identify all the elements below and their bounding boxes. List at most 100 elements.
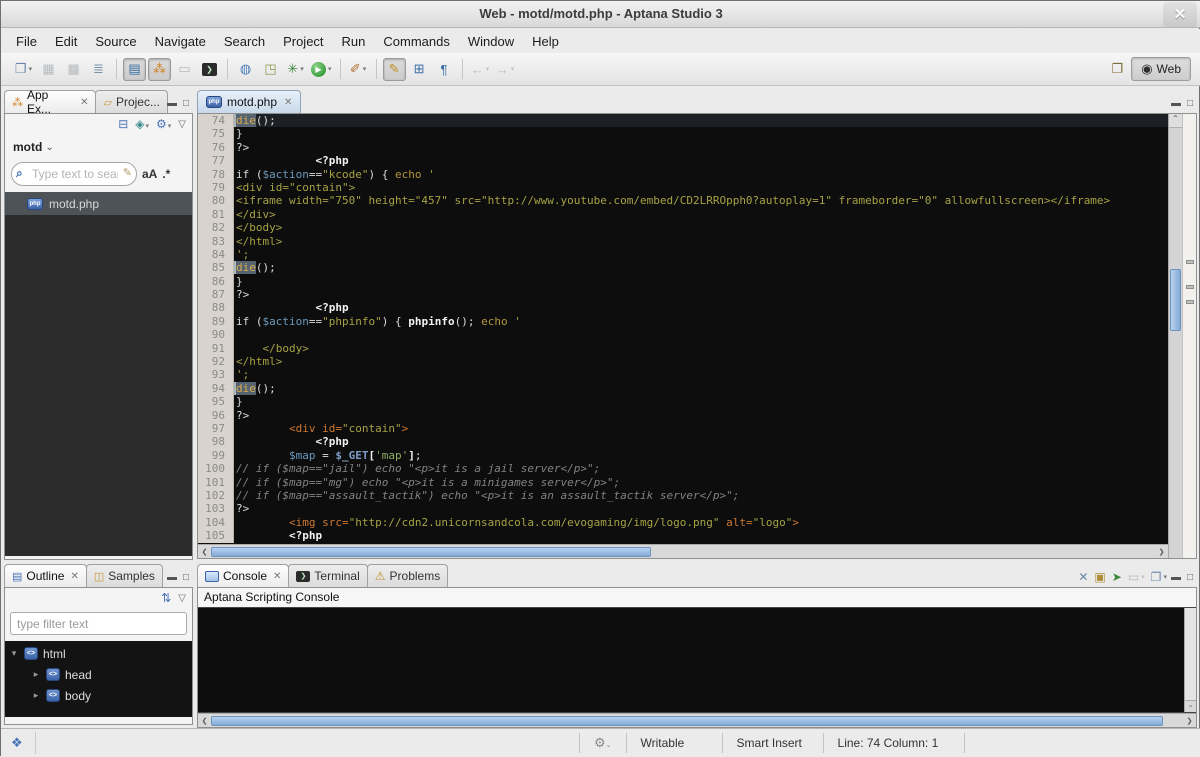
maximize-icon[interactable]: □ xyxy=(183,572,189,583)
menu-window[interactable]: Window xyxy=(459,31,523,52)
expander-icon[interactable]: ▾ xyxy=(9,648,19,659)
annotation-marker[interactable] xyxy=(1186,285,1194,289)
maximize-icon[interactable]: □ xyxy=(1187,98,1193,109)
expander-icon[interactable]: ▸ xyxy=(31,690,41,701)
menu-commands[interactable]: Commands xyxy=(374,31,458,52)
tab-motd-php[interactable]: php motd.php ✕ xyxy=(197,90,301,113)
code-line-100[interactable]: 100// if ($map=="jail") echo "<p>it is a… xyxy=(198,462,1168,475)
settings-icon[interactable]: ⚙▾ xyxy=(156,117,171,131)
code-line-77[interactable]: 77 <?php xyxy=(198,154,1168,167)
line-number[interactable]: 88 xyxy=(198,301,234,314)
insert-mode-status[interactable]: Smart Insert xyxy=(723,736,823,750)
line-number[interactable]: 95 xyxy=(198,395,234,408)
minimize-icon[interactable]: ▬ xyxy=(167,98,177,109)
line-number[interactable]: 79 xyxy=(198,181,234,194)
format-brush-icon[interactable]: ✎ xyxy=(383,58,406,81)
line-number[interactable]: 93 xyxy=(198,368,234,381)
code-line-76[interactable]: 76?> xyxy=(198,141,1168,154)
line-number[interactable]: 84 xyxy=(198,248,234,261)
view-menu-icon[interactable]: ▽ xyxy=(178,593,186,604)
display-console-icon[interactable]: ▭▾ xyxy=(1128,570,1145,584)
scroll-left-icon[interactable]: ❮ xyxy=(198,717,211,725)
app-explorer-toggle-icon[interactable]: ▤ xyxy=(123,58,146,81)
pin-console-icon[interactable]: ➤ xyxy=(1112,570,1122,584)
menu-file[interactable]: File xyxy=(7,31,46,52)
menu-navigate[interactable]: Navigate xyxy=(146,31,215,52)
annotation-marker[interactable] xyxy=(1186,300,1194,304)
code-line-102[interactable]: 102// if ($map=="assault_tactik") echo "… xyxy=(198,489,1168,502)
tab-terminal[interactable]: ❯ Terminal xyxy=(288,564,367,587)
minimize-icon[interactable]: ▬ xyxy=(167,572,177,583)
show-blocks-icon[interactable]: ⊞ xyxy=(408,58,431,81)
scroll-left-icon[interactable]: ❮ xyxy=(198,548,211,556)
code-line-95[interactable]: 95} xyxy=(198,395,1168,408)
code-line-105[interactable]: 105 <?php xyxy=(198,529,1168,542)
code-line-99[interactable]: 99 $map = $_GET['map']; xyxy=(198,449,1168,462)
code-line-81[interactable]: 81</div> xyxy=(198,208,1168,221)
tab-app-explorer[interactable]: ⁂ App Ex... ✕ xyxy=(4,90,96,113)
code-line-92[interactable]: 92</html> xyxy=(198,355,1168,368)
file-row-motd.php[interactable]: phpmotd.php xyxy=(5,193,192,215)
external-tools-icon[interactable]: ✐▾ xyxy=(347,58,370,81)
annotation-marker[interactable] xyxy=(1186,260,1194,264)
line-number[interactable]: 100 xyxy=(198,462,234,475)
trim-stack-icon[interactable]: ❖ xyxy=(11,735,23,751)
line-number[interactable]: 74 xyxy=(198,114,234,127)
hierarchy-toggle-icon[interactable]: ⁂ xyxy=(148,58,171,81)
tab-outline[interactable]: ▤ Outline ✕ xyxy=(4,564,87,587)
new-wizard-icon[interactable]: ❐▾ xyxy=(12,58,35,81)
window-close-button[interactable]: ✕ xyxy=(1163,2,1197,27)
code-line-91[interactable]: 91 </body> xyxy=(198,342,1168,355)
line-number[interactable]: 97 xyxy=(198,422,234,435)
filter-input[interactable] xyxy=(10,612,187,635)
open-console-icon[interactable]: ❐▾ xyxy=(1151,570,1167,584)
close-icon[interactable]: ✕ xyxy=(284,97,292,108)
tab-problems[interactable]: ⚠ Problems xyxy=(367,564,448,587)
code-line-84[interactable]: 84'; xyxy=(198,248,1168,261)
code-line-86[interactable]: 86} xyxy=(198,275,1168,288)
line-number[interactable]: 78 xyxy=(198,168,234,181)
sort-icon[interactable]: ⇅ xyxy=(161,591,171,605)
line-number[interactable]: 105 xyxy=(198,529,234,542)
line-number[interactable]: 76 xyxy=(198,141,234,154)
code-line-104[interactable]: 104 <img src="http://cdn2.unicornsandcol… xyxy=(198,516,1168,529)
code-line-89[interactable]: 89if ($action=="phpinfo") { phpinfo(); e… xyxy=(198,315,1168,328)
console-horizontal-scrollbar[interactable]: ❮ ❯ xyxy=(198,713,1196,727)
code-line-93[interactable]: 93'; xyxy=(198,368,1168,381)
console-vertical-scrollbar[interactable]: ⌄ xyxy=(1184,608,1196,712)
line-number[interactable]: 90 xyxy=(198,328,234,341)
line-number[interactable]: 102 xyxy=(198,489,234,502)
save-icon[interactable]: ▦ xyxy=(37,58,60,81)
code-line-75[interactable]: 75} xyxy=(198,127,1168,140)
scroll-right-icon[interactable]: ❯ xyxy=(1155,548,1168,556)
web-perspective-button[interactable]: ◉ Web xyxy=(1131,57,1191,81)
scroll-down-icon[interactable]: ⌄ xyxy=(1185,700,1196,712)
terminal-icon[interactable]: ❯ xyxy=(198,58,221,81)
show-whitespace-icon[interactable]: ¶ xyxy=(433,58,456,81)
status-gear-menu[interactable]: ⚙⌄ xyxy=(580,735,626,751)
code-line-90[interactable]: 90 xyxy=(198,328,1168,341)
code-line-88[interactable]: 88 <?php xyxy=(198,301,1168,314)
editor-vertical-scrollbar[interactable]: ⌃ xyxy=(1168,114,1182,558)
close-icon[interactable]: ✕ xyxy=(80,97,88,108)
maximize-icon[interactable]: □ xyxy=(183,98,189,109)
menu-source[interactable]: Source xyxy=(86,31,145,52)
code-line-101[interactable]: 101// if ($map=="mg") echo "<p>it is a m… xyxy=(198,476,1168,489)
menu-help[interactable]: Help xyxy=(523,31,568,52)
code-line-80[interactable]: 80<iframe width="750" height="457" src="… xyxy=(198,194,1168,207)
search-input[interactable] xyxy=(11,162,137,186)
code-view[interactable]: 74die();75}76?>77 <?php78if ($action=="k… xyxy=(198,114,1168,544)
debug-icon[interactable]: ✳▾ xyxy=(284,58,307,81)
line-number[interactable]: 91 xyxy=(198,342,234,355)
code-line-78[interactable]: 78if ($action=="kcode") { echo ' xyxy=(198,168,1168,181)
tree-item-body[interactable]: ▸<>body xyxy=(5,685,192,706)
line-number[interactable]: 80 xyxy=(198,194,234,207)
menu-search[interactable]: Search xyxy=(215,31,274,52)
line-number[interactable]: 94 xyxy=(198,382,234,395)
forward-icon[interactable]: →▾ xyxy=(494,58,517,81)
tab-samples[interactable]: ◫ Samples xyxy=(86,564,163,587)
editor-horizontal-scrollbar[interactable]: ❮ ❯ xyxy=(198,544,1168,558)
line-number[interactable]: 81 xyxy=(198,208,234,221)
code-line-103[interactable]: 103?> xyxy=(198,502,1168,515)
line-number[interactable]: 99 xyxy=(198,449,234,462)
